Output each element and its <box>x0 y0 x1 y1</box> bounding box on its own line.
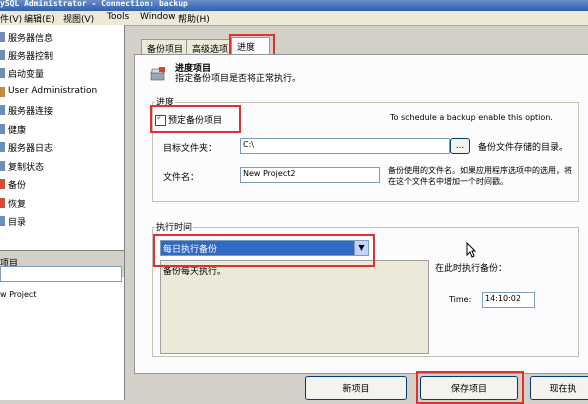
target-folder-label: 目标文件夹： <box>163 144 218 154</box>
sidebar-item-backup[interactable]: 备份 <box>0 175 124 193</box>
server-control-icon <box>0 50 5 60</box>
sidebar-item-label: 复制状态 <box>8 163 45 173</box>
save-project-label: 保存项目 <box>450 384 487 395</box>
menu-edit[interactable]: 编辑(E) <box>24 12 55 25</box>
log-icon <box>0 142 5 152</box>
sidebar-item-label: 服务器信息 <box>8 34 54 44</box>
sidebar-item-label: 恢复 <box>8 200 27 210</box>
server-icon <box>0 32 5 42</box>
sidebar-item-label: 备份 <box>8 181 27 191</box>
progress-group-label: 进度 <box>155 95 176 108</box>
time-value: 14:10:02 <box>485 294 521 303</box>
sidebar-item-server-connections[interactable]: 服务器连接 <box>0 101 124 119</box>
chevron-down-icon[interactable]: ▼ <box>354 241 368 255</box>
filename-input[interactable]: New Project2 <box>240 167 380 183</box>
tab-backup-project[interactable]: 备份项目 <box>141 39 187 55</box>
window-title: ySQL Administrator - Connection: backup <box>0 0 188 8</box>
time-label: Time: <box>449 295 472 304</box>
sidebar-item-label: 健康 <box>8 126 27 136</box>
target-folder-value: C:\ <box>243 140 254 149</box>
mouse-cursor-icon <box>466 242 476 258</box>
replication-icon <box>0 161 5 171</box>
frequency-value-text: 每日执行备份 <box>163 245 218 255</box>
schedule-panel: 进度项目 指定备份项目是否将正常执行。 进度 预定备份项目 To schedul… <box>134 54 588 374</box>
sidebar-item-label: 服务器控制 <box>8 52 54 62</box>
startup-icon <box>0 68 5 78</box>
filename-value: New Project2 <box>243 169 296 178</box>
user-icon <box>0 87 5 97</box>
connection-icon <box>0 105 5 115</box>
schedule-checkbox[interactable] <box>155 113 166 126</box>
schedule-checkbox-label[interactable]: 预定备份项目 <box>168 113 222 126</box>
project-list: w Project <box>0 283 124 400</box>
new-project-button[interactable]: 新项目 <box>305 376 407 400</box>
restore-icon <box>0 198 5 208</box>
health-icon <box>0 124 5 134</box>
frequency-select[interactable]: 每日执行备份 ▼ <box>160 240 369 256</box>
frequency-selected-value: 每日执行备份 <box>161 241 354 255</box>
frequency-description: 备份每天执行。 <box>163 267 227 277</box>
backup-icon <box>0 179 5 189</box>
sidebar-item-restore[interactable]: 恢复 <box>0 194 124 212</box>
time-input[interactable]: 14:10:02 <box>482 292 535 308</box>
sidebar-item-health[interactable]: 健康 <box>0 120 124 138</box>
new-project-label: 新项目 <box>342 384 370 395</box>
tab-advanced-options[interactable]: 高级选项 <box>186 39 232 55</box>
sidebar: 服务器信息 服务器控制 启动变量 User Administration 服务器… <box>0 25 125 400</box>
menu-file[interactable]: 件(V) <box>0 12 22 25</box>
project-list-item[interactable]: w Project <box>0 290 36 299</box>
backup-schedule-icon <box>150 67 165 81</box>
execute-now-button[interactable]: 现在执 <box>530 376 588 400</box>
sidebar-item-label: 目录 <box>8 218 27 228</box>
tab-schedule[interactable]: 进度 <box>231 37 270 55</box>
browse-button[interactable]: ... <box>450 138 470 154</box>
execute-now-label: 现在执 <box>549 384 577 395</box>
menu-window[interactable]: Window <box>140 12 176 22</box>
sidebar-item-server-info[interactable]: 服务器信息 <box>0 28 124 46</box>
menu-bar: 件(V) 编辑(E) 视图(V) Tools Window 帮助(H) <box>0 11 588 26</box>
sidebar-item-replication-status[interactable]: 复制状态 <box>0 157 124 175</box>
execution-group-label: 执行时间 <box>155 220 194 233</box>
sidebar-item-user-administration[interactable]: User Administration <box>0 83 124 101</box>
sidebar-item-label: 启动变量 <box>8 70 45 80</box>
sidebar-item-server-logs[interactable]: 服务器日志 <box>0 138 124 156</box>
sidebar-item-catalogs[interactable]: 目录 <box>0 212 124 230</box>
menu-tools[interactable]: Tools <box>107 12 129 22</box>
target-folder-input[interactable]: C:\ <box>240 138 450 154</box>
catalog-icon <box>0 216 5 226</box>
browse-button-label: ... <box>455 141 465 151</box>
sidebar-item-label: 服务器连接 <box>8 107 54 117</box>
schedule-hint: To schedule a backup enable this option. <box>390 113 553 122</box>
project-search-input[interactable] <box>0 266 122 282</box>
sidebar-item-label: User Administration <box>8 86 98 96</box>
save-project-button[interactable]: 保存项目 <box>420 376 518 400</box>
filename-label: 文件名： <box>163 173 200 183</box>
sidebar-item-label: 服务器日志 <box>8 144 54 154</box>
title-bar: ySQL Administrator - Connection: backup <box>0 0 588 11</box>
menu-help[interactable]: 帮助(H) <box>178 12 210 25</box>
section-subtitle: 指定备份项目是否将正常执行。 <box>175 74 302 84</box>
menu-view[interactable]: 视图(V) <box>63 12 94 25</box>
target-folder-hint: 备份文件存储的目录。 <box>478 143 569 153</box>
filename-hint: 备份使用的文件名。如果应用程序选项中的选用，将在这个文件名中增加一个时间戳。 <box>388 166 572 186</box>
execute-at-label: 在此时执行备份： <box>435 264 508 274</box>
sidebar-item-startup-variables[interactable]: 启动变量 <box>0 64 124 82</box>
frequency-detail-panel: 备份每天执行。 <box>160 260 429 354</box>
sidebar-item-server-control[interactable]: 服务器控制 <box>0 46 124 64</box>
tab-label: 进度 <box>237 43 256 53</box>
